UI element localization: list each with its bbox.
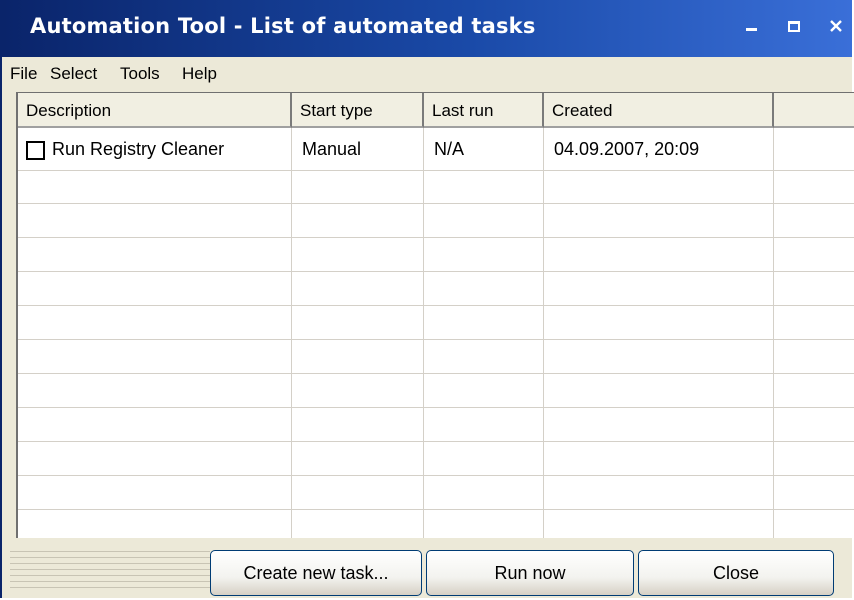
window-title: Automation Tool - List of automated task…: [30, 14, 536, 38]
row-divider: [18, 305, 854, 306]
column-header-extra[interactable]: [774, 93, 854, 128]
close-icon: [830, 20, 842, 32]
menu-select[interactable]: Select: [50, 64, 97, 84]
run-now-button[interactable]: Run now: [426, 550, 634, 596]
maximize-button[interactable]: [780, 12, 808, 40]
row-divider: [18, 271, 854, 272]
row-divider: [18, 203, 854, 204]
row-divider: [18, 475, 854, 476]
column-divider: [773, 128, 774, 539]
row-divider: [18, 373, 854, 374]
close-window-button[interactable]: [822, 12, 850, 40]
menu-bar: File Select Tools Help: [2, 57, 852, 93]
column-divider: [543, 128, 544, 539]
column-divider: [423, 128, 424, 539]
grip-decoration: [10, 546, 210, 590]
column-header-description[interactable]: Description: [18, 93, 292, 128]
title-bar[interactable]: Automation Tool - List of automated task…: [2, 0, 852, 57]
row-divider: [18, 407, 854, 408]
column-divider: [291, 128, 292, 539]
task-last-run: N/A: [434, 139, 465, 159]
task-created: 04.09.2007, 20:09: [554, 139, 700, 159]
menu-tools[interactable]: Tools: [120, 64, 160, 84]
row-divider: [18, 237, 854, 238]
main-window: Automation Tool - List of automated task…: [0, 0, 854, 598]
column-header-created[interactable]: Created: [544, 93, 774, 128]
create-task-button[interactable]: Create new task...: [210, 550, 422, 596]
task-checkbox[interactable]: [26, 141, 45, 160]
minimize-button[interactable]: [738, 12, 766, 40]
task-start-type: Manual: [302, 139, 362, 159]
row-divider: [18, 170, 854, 171]
task-list[interactable]: Description Start type Last run Created …: [16, 92, 854, 539]
column-header-last-run[interactable]: Last run: [424, 93, 544, 128]
minimize-icon: [746, 28, 757, 31]
row-divider: [18, 441, 854, 442]
close-button[interactable]: Close: [638, 550, 834, 596]
maximize-icon: [788, 21, 800, 32]
menu-file[interactable]: File: [10, 64, 37, 84]
row-divider: [18, 509, 854, 510]
row-divider: [18, 339, 854, 340]
button-bar: Create new task... Run now Close: [2, 538, 852, 598]
menu-help[interactable]: Help: [182, 64, 217, 84]
task-description[interactable]: Run Registry Cleaner: [52, 139, 224, 159]
column-header-start-type[interactable]: Start type: [292, 93, 424, 128]
